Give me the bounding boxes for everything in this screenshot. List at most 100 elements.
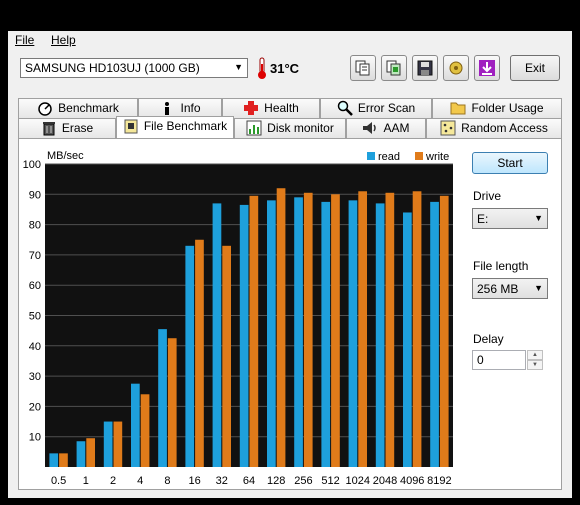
drive-label: Drive — [473, 189, 502, 203]
tab-disk-monitor[interactable]: Disk monitor — [234, 118, 346, 138]
tab-file-benchmark[interactable]: File Benchmark — [116, 116, 234, 138]
random-access-icon — [440, 120, 456, 136]
spin-down-button[interactable]: ▼ — [527, 360, 543, 370]
tab-info-label: Info — [180, 101, 201, 115]
y-tick-label: 10 — [29, 432, 41, 444]
file-length-combo[interactable]: 256 MB ▼ — [472, 278, 548, 299]
save-button[interactable] — [412, 55, 438, 81]
x-tick-label: 0.5 — [51, 475, 66, 487]
bar-write-0.5 — [59, 453, 68, 467]
x-tick-label: 512 — [321, 475, 339, 487]
drive-select[interactable]: SAMSUNG HD103UJ (1000 GB) ▼ — [20, 58, 248, 78]
tab-health[interactable]: Health — [222, 98, 320, 118]
chevron-down-icon: ▼ — [534, 283, 543, 293]
bar-write-2 — [113, 421, 123, 467]
bar-read-16 — [185, 245, 195, 467]
bar-write-128 — [276, 188, 286, 468]
tab-file-benchmark-label: File Benchmark — [143, 119, 228, 133]
tab-erase[interactable]: Erase — [18, 118, 116, 138]
bar-read-4096 — [402, 212, 412, 467]
y-tick-label: 30 — [29, 371, 41, 383]
speaker-icon — [363, 121, 377, 134]
copy-text-button[interactable] — [350, 55, 376, 81]
save-icon — [417, 60, 433, 76]
copy-screenshot-button[interactable] — [381, 55, 407, 81]
exit-button[interactable]: Exit — [510, 55, 560, 81]
tab-error-scan-label: Error Scan — [357, 101, 416, 115]
bar-read-8 — [158, 329, 167, 467]
download-button[interactable] — [474, 55, 500, 81]
menu-help[interactable]: Help — [51, 33, 76, 47]
bar-chart-icon — [246, 120, 262, 136]
bar-read-256 — [294, 197, 303, 467]
tab-folder-usage[interactable]: Folder Usage — [432, 98, 562, 118]
benchmark-icon — [38, 102, 52, 116]
bar-write-32 — [222, 245, 232, 467]
bar-write-8 — [167, 338, 177, 467]
trash-icon — [42, 121, 55, 136]
legend-read: read — [378, 151, 400, 163]
copy-screenshot-icon — [386, 60, 401, 76]
y-tick-labels: 10 20 30 40 50 60 70 80 90 100 — [23, 159, 41, 444]
bar-read-128 — [266, 200, 276, 468]
options-button[interactable] — [443, 55, 469, 81]
bar-write-1024 — [358, 191, 368, 467]
bar-read-0.5 — [49, 453, 59, 467]
chart-legend: read write — [367, 151, 449, 163]
spin-up-button[interactable]: ▲ — [527, 350, 543, 360]
tab-error-scan[interactable]: Error Scan — [320, 98, 432, 118]
tab-benchmark-label: Benchmark — [58, 101, 119, 115]
y-tick-label: 50 — [29, 311, 41, 323]
x-tick-label: 2048 — [373, 475, 397, 487]
tab-random-access-label: Random Access — [461, 121, 548, 135]
tab-info[interactable]: Info — [138, 98, 222, 118]
bar-read-4 — [130, 383, 140, 467]
bar-write-4096 — [412, 191, 422, 467]
tab-aam[interactable]: AAM — [346, 118, 426, 138]
bar-write-2048 — [385, 192, 395, 467]
benchmark-chart: MB/sec read write 10 20 30 40 50 60 70 80 90 100 … — [20, 140, 460, 490]
delay-input[interactable]: 0 — [472, 350, 526, 370]
x-tick-label: 2 — [110, 475, 116, 487]
bar-read-512 — [321, 201, 331, 467]
temperature-readout: 31°C — [270, 61, 300, 76]
menu-file[interactable]: File — [15, 33, 34, 47]
toolbar: SAMSUNG HD103UJ (1000 GB) ▼ 31°C Exit — [8, 49, 572, 93]
bar-write-256 — [303, 192, 313, 467]
folder-icon — [450, 102, 466, 115]
file-length-label: File length — [473, 259, 529, 273]
drive-combo-value: E: — [477, 212, 489, 226]
bar-read-1 — [76, 441, 86, 467]
chevron-down-icon: ▼ — [534, 213, 543, 223]
bar-write-4 — [140, 394, 150, 467]
bar-read-2 — [103, 421, 113, 467]
y-tick-label: 60 — [29, 280, 41, 292]
drive-combo[interactable]: E: ▼ — [472, 208, 548, 229]
tab-folder-usage-label: Folder Usage — [471, 101, 544, 115]
tab-benchmark[interactable]: Benchmark — [18, 98, 138, 118]
y-tick-label: 80 — [29, 220, 41, 232]
health-cross-icon — [244, 100, 259, 115]
x-tick-label: 4 — [137, 475, 143, 487]
copy-text-icon — [355, 60, 370, 76]
x-tick-label: 128 — [267, 475, 285, 487]
file-length-combo-value: 256 MB — [477, 282, 519, 296]
y-tick-label: 40 — [29, 341, 41, 353]
thermometer-icon — [258, 57, 266, 79]
x-tick-label: 1024 — [346, 475, 370, 487]
magnifier-icon — [337, 100, 353, 116]
drive-select-value: SAMSUNG HD103UJ (1000 GB) — [25, 61, 200, 75]
x-tick-label: 1 — [83, 475, 89, 487]
x-tick-label: 16 — [188, 475, 200, 487]
info-icon — [165, 101, 170, 115]
bar-write-8192 — [439, 195, 449, 467]
x-tick-label: 8 — [164, 475, 170, 487]
menu-bar: File Help — [8, 31, 572, 49]
bar-read-1024 — [348, 200, 358, 468]
tab-random-access[interactable]: Random Access — [426, 118, 562, 138]
bar-read-64 — [239, 204, 249, 467]
bar-write-64 — [249, 195, 259, 467]
start-button[interactable]: Start — [472, 152, 548, 174]
y-tick-label: 20 — [29, 401, 41, 413]
menu-file-label: File — [15, 33, 35, 47]
